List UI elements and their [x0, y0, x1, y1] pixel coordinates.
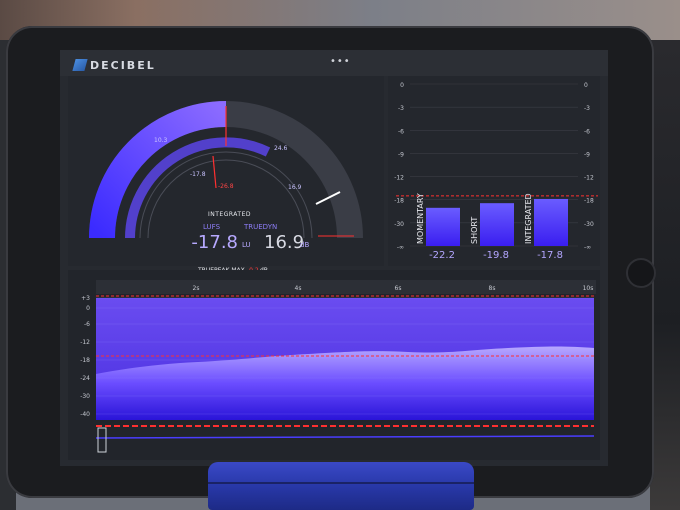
time-label: 8s — [489, 285, 496, 292]
history-y-label: -12 — [80, 339, 90, 346]
scale-right-label: -∞ — [584, 244, 591, 251]
loudness-bars-panel: 0 0 -3 -3 -6 -6 -9 -9 -12 -12 -18 -18 -30 -30 -∞ -∞ MOM… — [388, 76, 600, 266]
time-label: 6s — [395, 285, 402, 292]
decibel-logo-icon — [72, 59, 88, 71]
bar-momentary — [426, 207, 460, 246]
scale-right-label: -3 — [584, 105, 590, 112]
bar-value-momentary: -22.2 — [429, 250, 455, 261]
scrub-handle[interactable] — [97, 427, 107, 453]
lufs-value: -17.8 — [191, 232, 238, 253]
scale-left-label: 0 — [400, 82, 404, 89]
gauge-mode-label: INTEGRATED — [208, 211, 252, 218]
home-button[interactable] — [626, 258, 656, 288]
top-bar: DECIBEL ••• — [60, 50, 608, 76]
scale-right-label: 0 — [584, 82, 588, 89]
scale-left-label: -30 — [394, 221, 404, 228]
app-name: DECIBEL — [90, 58, 156, 72]
scale-left-label: -9 — [398, 151, 404, 158]
time-ruler — [96, 280, 596, 294]
scale-left-label: -18 — [394, 198, 404, 205]
time-label: 2s — [193, 285, 200, 292]
history-y-label: -30 — [80, 393, 90, 400]
bar-label-integrated: INTEGRATED — [524, 193, 533, 244]
truedyn-value: 16.9 — [264, 232, 305, 253]
app-logo: DECIBEL — [72, 58, 156, 72]
scale-right-label: -12 — [584, 175, 594, 182]
scale-left-label: -3 — [398, 105, 404, 112]
bar-value-short: -19.8 — [483, 250, 509, 261]
loudness-gauge-panel: 10.3 -17.8 -26.8 16.9 24.6 INTEGRATED LU… — [68, 76, 384, 274]
history-y-label: +3 — [81, 295, 90, 302]
loudness-history-panel: 2s 4s 6s 8s 10s +3 0 -6 -12 -18 -24 -30 -40 — [68, 270, 600, 460]
truedyn-label: TRUEDYN — [244, 223, 278, 231]
history-y-label: -40 — [80, 411, 90, 418]
arc-mark-5: 24.6 — [274, 145, 288, 152]
scale-right-label: -6 — [584, 128, 590, 135]
truedyn-unit: dB — [300, 241, 310, 249]
time-label: 4s — [295, 285, 302, 292]
stand-edge — [208, 482, 474, 484]
scale-left-label: -6 — [398, 128, 404, 135]
time-label: 10s — [583, 285, 594, 292]
gauge-fill-integrated — [89, 101, 227, 239]
arc-mark-4: 16.9 — [288, 184, 302, 191]
history-y-label: -18 — [80, 357, 90, 364]
scale-right-label: -9 — [584, 151, 590, 158]
bar-short — [480, 203, 514, 246]
scale-left-label: -∞ — [397, 244, 404, 251]
arc-mark-1: 10.3 — [154, 137, 168, 144]
history-graph: 2s 4s 6s 8s 10s +3 0 -6 -12 -18 -24 -30 -40 — [80, 280, 596, 453]
scale-right-label: -30 — [584, 221, 594, 228]
bar-label-short: SHORT — [470, 216, 479, 244]
lufs-unit: LU — [242, 241, 251, 249]
history-y-label: 0 — [86, 305, 90, 312]
history-y-label: -24 — [80, 375, 90, 382]
bar-integrated — [534, 198, 568, 246]
arc-mark-2: -17.8 — [190, 171, 206, 178]
app-screen: DECIBEL ••• 10.3 -17.8 -26.8 16.9 24.6 I… — [60, 50, 608, 466]
bar-value-integrated: -17.8 — [537, 250, 563, 261]
scale-left-label: -12 — [394, 175, 404, 182]
arc-mark-3: -26.8 — [218, 183, 234, 190]
bar-label-momentary: MOMENTARY — [416, 193, 425, 244]
history-y-label: -6 — [84, 321, 90, 328]
dynamics-track — [95, 435, 595, 439]
lufs-label: LUFS — [203, 223, 221, 231]
tablet-stand — [208, 462, 474, 510]
scale-right-label: -18 — [584, 198, 594, 205]
more-options-icon[interactable]: ••• — [330, 56, 351, 67]
